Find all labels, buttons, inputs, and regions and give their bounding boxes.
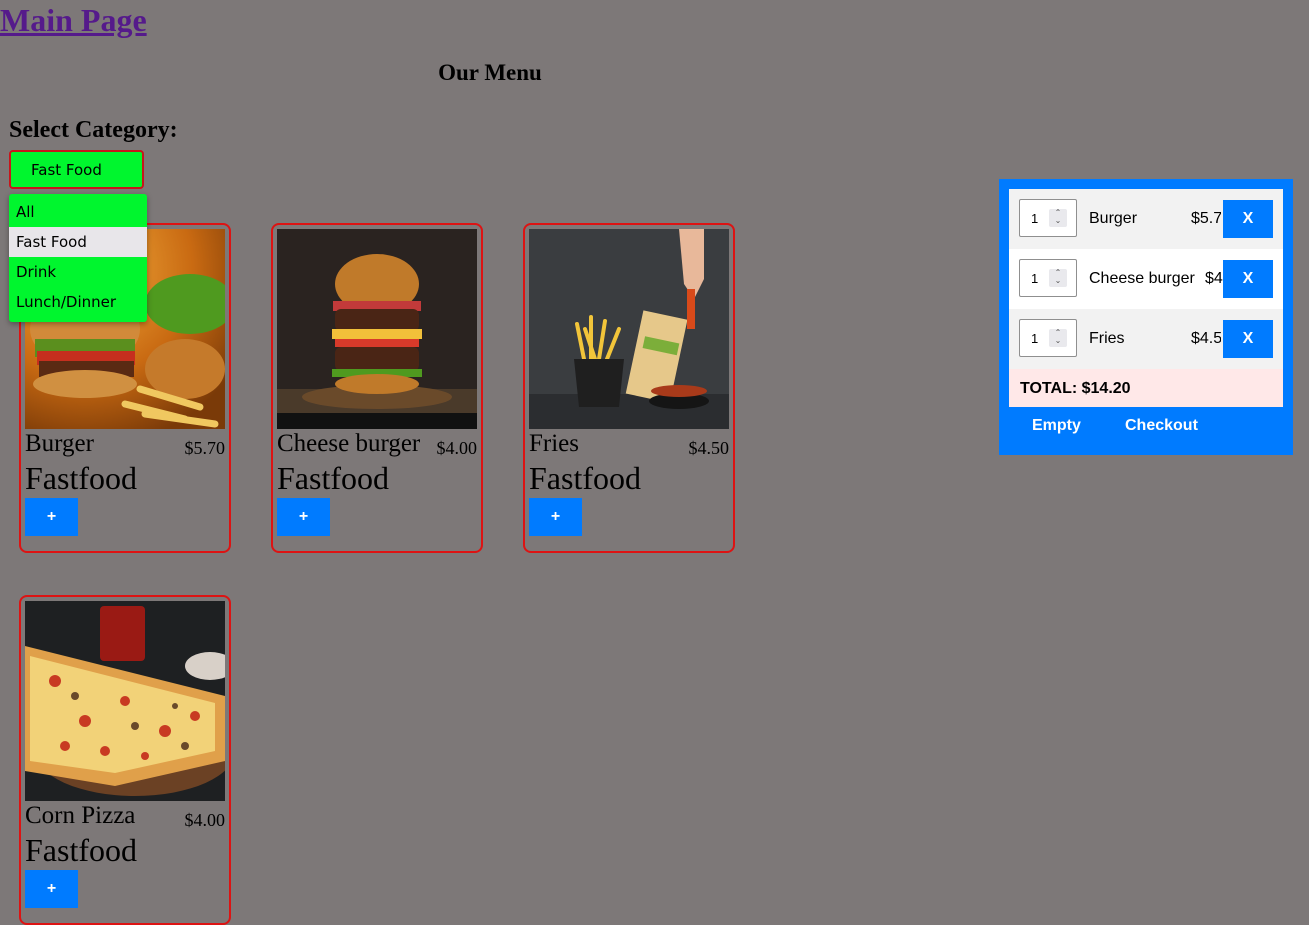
product-image-cheese-burger [277, 229, 477, 429]
category-option-drink[interactable]: Drink [9, 257, 147, 287]
product-card: Cheese burger $4.00 Fastfood + [271, 223, 483, 553]
product-image-fries [529, 229, 729, 429]
remove-item-button[interactable]: X [1223, 260, 1273, 298]
product-name: Fries [529, 430, 579, 457]
product-category: Fastfood [277, 460, 389, 496]
product-card: Corn Pizza $4.00 Fastfood + [19, 595, 231, 925]
product-category: Fastfood [25, 460, 137, 496]
quantity-value: 1 [1031, 271, 1039, 286]
cart-item-name: Fries [1089, 330, 1125, 347]
cart-panel: 1 ⌃ ⌄ Burger $5.7 X 1 ⌃ ⌄ Cheese burger $4… [999, 179, 1293, 455]
cart-item-price: $4.5 [1191, 330, 1221, 347]
add-to-cart-button[interactable]: + [25, 870, 78, 908]
category-select-value: Fast Food [31, 160, 102, 179]
product-category: Fastfood [25, 832, 137, 868]
product-name: Burger [25, 430, 94, 457]
category-dropdown: All Fast Food Drink Lunch/Dinner [9, 194, 147, 322]
checkout-button[interactable]: Checkout [1119, 416, 1204, 436]
add-to-cart-button[interactable]: + [529, 498, 582, 536]
cart-item-row: 1 ⌃ ⌄ Fries $4.5 X [1009, 309, 1283, 369]
cart-item-price: $5.7 [1191, 210, 1221, 227]
add-to-cart-button[interactable]: + [25, 498, 78, 536]
category-select[interactable]: Fast Food [9, 150, 144, 189]
quantity-value: 1 [1031, 211, 1039, 226]
menu-title: Our Menu [438, 60, 542, 85]
product-price: $4.00 [436, 438, 478, 458]
quantity-stepper[interactable]: 1 ⌃ ⌄ [1019, 319, 1077, 357]
category-option-lunch-dinner[interactable]: Lunch/Dinner [9, 287, 147, 317]
product-name: Cheese burger [277, 430, 421, 457]
product-category: Fastfood [529, 460, 641, 496]
quantity-stepper[interactable]: 1 ⌃ ⌄ [1019, 199, 1077, 237]
product-price: $5.70 [184, 438, 226, 458]
add-to-cart-button[interactable]: + [277, 498, 330, 536]
product-card: Fries $4.50 Fastfood + [523, 223, 735, 553]
main-page-link[interactable]: Main Page [0, 2, 147, 39]
cart-item-price: $4 [1205, 270, 1223, 287]
category-option-fast-food[interactable]: Fast Food [9, 227, 147, 257]
quantity-stepper[interactable]: 1 ⌃ ⌄ [1019, 259, 1077, 297]
spinner-arrows-icon[interactable]: ⌃ ⌄ [1049, 269, 1067, 287]
remove-item-button[interactable]: X [1223, 200, 1273, 238]
quantity-value: 1 [1031, 331, 1039, 346]
cart-item-name: Burger [1089, 210, 1138, 227]
cart-total-text: TOTAL: $14.20 [1020, 380, 1131, 397]
cart-item-row: 1 ⌃ ⌄ Cheese burger $4 X [1009, 249, 1283, 309]
cart-item-row: 1 ⌃ ⌄ Burger $5.7 X [1009, 189, 1283, 249]
empty-cart-button[interactable]: Empty [1026, 416, 1087, 436]
category-option-all[interactable]: All [9, 197, 147, 227]
product-image-corn-pizza [25, 601, 225, 801]
cart-total: TOTAL: $14.20 [1009, 369, 1283, 407]
spinner-arrows-icon[interactable]: ⌃ ⌄ [1049, 329, 1067, 347]
remove-item-button[interactable]: X [1223, 320, 1273, 358]
cart-item-name: Cheese burger [1089, 270, 1195, 287]
product-price: $4.00 [184, 810, 226, 830]
category-label: Select Category: [9, 117, 178, 143]
product-price: $4.50 [688, 438, 730, 458]
product-name: Corn Pizza [25, 802, 136, 829]
spinner-arrows-icon[interactable]: ⌃ ⌄ [1049, 209, 1067, 227]
